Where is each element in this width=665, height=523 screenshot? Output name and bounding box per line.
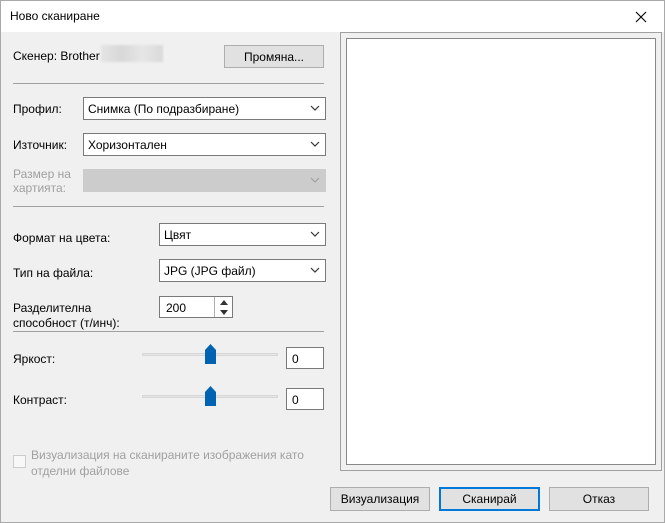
chevron-down-icon xyxy=(310,267,320,273)
source-label: Източник: xyxy=(13,138,68,152)
profile-select[interactable]: Снимка (По подразбиране) xyxy=(83,97,326,120)
scanner-label: Скенер: Brother xyxy=(13,49,100,63)
paper-size-select xyxy=(83,169,326,192)
window-title: Ново сканиране xyxy=(10,9,100,23)
paper-size-label-line1: Размер на xyxy=(13,167,71,181)
close-button[interactable] xyxy=(618,1,664,32)
contrast-slider-thumb[interactable] xyxy=(204,386,216,406)
brightness-input[interactable]: 0 xyxy=(286,347,324,369)
preview-button-label: Визуализация xyxy=(340,492,420,506)
preview-separate-label-line1: Визуализация на сканираните изображения … xyxy=(31,448,304,462)
contrast-label: Контраст: xyxy=(13,393,67,407)
contrast-value: 0 xyxy=(292,393,299,407)
close-icon xyxy=(635,11,647,22)
preview-separate-checkbox[interactable] xyxy=(13,455,26,468)
brightness-slider-thumb[interactable] xyxy=(204,344,216,364)
new-scan-dialog: Ново сканиране Скенер: Brother Промяна..… xyxy=(0,0,665,523)
resolution-input[interactable]: 200 xyxy=(159,296,233,318)
cancel-button[interactable]: Отказ xyxy=(549,487,649,511)
color-format-value: Цвят xyxy=(164,228,192,242)
resolution-label-line2: способност (т/инч): xyxy=(13,316,120,330)
profile-value: Снимка (По подразбиране) xyxy=(88,102,240,116)
file-type-select[interactable]: JPG (JPG файл) xyxy=(159,259,326,282)
spin-down-icon xyxy=(219,309,228,315)
file-type-label: Тип на файла: xyxy=(13,266,94,280)
brightness-label: Яркост: xyxy=(13,352,56,366)
source-select[interactable]: Хоризонтален xyxy=(83,133,326,156)
spin-up-icon xyxy=(219,299,228,305)
divider xyxy=(13,83,324,84)
chevron-down-icon xyxy=(310,141,320,147)
scan-button-label: Сканирай xyxy=(462,492,517,506)
divider xyxy=(13,331,324,332)
source-value: Хоризонтален xyxy=(88,138,167,152)
preview-pane xyxy=(340,32,662,471)
resolution-value: 200 xyxy=(166,301,187,315)
chevron-down-icon xyxy=(310,177,320,183)
cancel-button-label: Отказ xyxy=(582,492,616,506)
resolution-label-line1: Разделителна xyxy=(13,301,92,315)
chevron-down-icon xyxy=(310,231,320,237)
profile-label: Профил: xyxy=(13,102,62,116)
scan-button[interactable]: Сканирай xyxy=(439,487,540,511)
color-format-select[interactable]: Цвят xyxy=(159,223,326,246)
brightness-value: 0 xyxy=(292,352,299,366)
scanner-model-redacted xyxy=(101,45,163,62)
paper-size-label-line2: хартията: xyxy=(13,181,67,195)
spin-up-button[interactable] xyxy=(214,297,232,307)
color-format-label: Формат на цвета: xyxy=(13,231,111,245)
file-type-value: JPG (JPG файл) xyxy=(164,264,256,278)
title-bar: Ново сканиране xyxy=(1,1,664,32)
spin-down-button[interactable] xyxy=(214,307,232,317)
change-scanner-button[interactable]: Промяна... xyxy=(224,45,324,68)
preview-separate-label-line2: отделни файлове xyxy=(31,464,130,478)
change-scanner-label: Промяна... xyxy=(243,49,305,64)
preview-button[interactable]: Визуализация xyxy=(330,487,430,511)
chevron-down-icon xyxy=(310,105,320,111)
contrast-input[interactable]: 0 xyxy=(286,388,324,410)
preview-area xyxy=(346,38,656,465)
divider xyxy=(13,206,324,207)
